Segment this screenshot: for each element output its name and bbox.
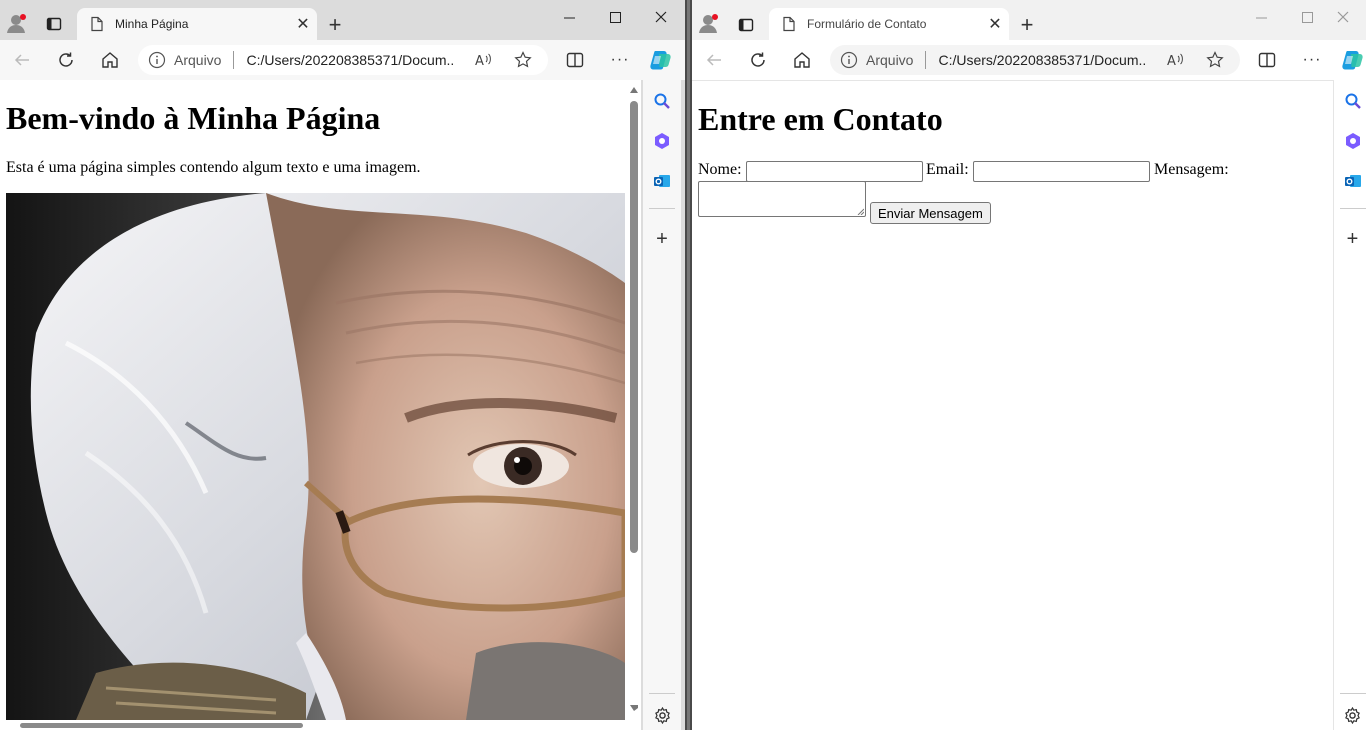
page-paragraph: Esta é uma página simples contendo algum…	[6, 159, 421, 176]
tab-actions-icon[interactable]	[42, 12, 66, 36]
svg-text:A: A	[1167, 54, 1176, 69]
email-label: Email:	[926, 161, 969, 178]
close-window-icon[interactable]	[638, 0, 684, 34]
tab-strip: Formulário de Contato ✕ +	[692, 0, 1366, 40]
back-arrow-icon[interactable]	[6, 44, 38, 76]
split-screen-icon[interactable]	[1251, 44, 1283, 76]
edge-sidebar: +	[1333, 80, 1366, 730]
name-input[interactable]	[746, 161, 923, 182]
close-window-icon[interactable]	[1320, 0, 1366, 34]
page-title: Bem-vindo à Minha Página	[6, 100, 381, 136]
more-icon[interactable]: ···	[604, 44, 636, 76]
minimize-icon[interactable]	[1238, 0, 1284, 34]
name-label: Nome:	[698, 161, 742, 178]
tab-actions-icon[interactable]	[734, 13, 758, 37]
email-input[interactable]	[973, 161, 1150, 182]
address-url[interactable]: C:/Users/202208385371/Docum...	[938, 52, 1146, 68]
profile-icon[interactable]	[4, 10, 30, 36]
home-icon[interactable]	[786, 44, 818, 76]
back-arrow-icon[interactable]	[698, 44, 730, 76]
message-textarea[interactable]	[698, 181, 866, 217]
outlook-icon[interactable]	[647, 166, 677, 196]
address-scheme: Arquivo	[174, 52, 222, 68]
read-aloud-icon[interactable]: A	[474, 51, 492, 69]
sidebar-divider	[1339, 693, 1366, 694]
window-divider	[685, 0, 692, 730]
horizontal-scrollbar[interactable]	[0, 720, 627, 730]
tab-title: Minha Página	[115, 17, 189, 31]
settings-icon[interactable]	[1338, 700, 1366, 730]
toolbar: Arquivo C:/Users/202208385371/Docum... A…	[692, 40, 1366, 80]
search-icon[interactable]	[1338, 86, 1366, 116]
home-icon[interactable]	[94, 44, 126, 76]
horizontal-scroll-thumb[interactable]	[20, 723, 303, 728]
tab-minha-pagina[interactable]: Minha Página ✕	[77, 8, 317, 40]
address-separator	[233, 51, 235, 69]
browser-window-right: Formulário de Contato ✕ + Arquivo C:/Use…	[692, 0, 1366, 730]
copilot-apps-icon[interactable]	[1338, 126, 1366, 156]
page-viewport-formulario: Entre em Contato Nome: Email: Mensagem: …	[692, 80, 1333, 730]
vertical-scrollbar[interactable]	[627, 80, 641, 730]
info-icon[interactable]	[148, 51, 166, 69]
refresh-icon[interactable]	[742, 44, 774, 76]
browser-window-left: Minha Página ✕ + Arquivo C:/Users/202208…	[0, 0, 685, 730]
send-message-button[interactable]: Enviar Mensagem	[870, 202, 991, 224]
address-scheme: Arquivo	[866, 52, 914, 68]
sidebar-divider	[649, 208, 675, 209]
resize-grip-icon[interactable]	[857, 208, 864, 215]
new-tab-plus-icon[interactable]: +	[322, 12, 348, 38]
copilot-apps-icon[interactable]	[647, 126, 677, 156]
page-icon	[91, 16, 103, 32]
tab-strip: Minha Página ✕ +	[0, 0, 685, 40]
add-icon[interactable]: +	[647, 224, 677, 254]
maximize-icon[interactable]	[592, 0, 638, 34]
add-icon[interactable]: +	[1338, 224, 1366, 254]
svg-text:A: A	[475, 54, 484, 69]
star-icon[interactable]	[514, 51, 532, 69]
close-tab-icon[interactable]: ✕	[289, 10, 317, 38]
star-icon[interactable]	[1206, 51, 1224, 69]
page-title: Entre em Contato	[698, 101, 943, 137]
sidebar-divider	[649, 693, 675, 694]
address-bar[interactable]: Arquivo C:/Users/202208385371/Docum... A	[138, 45, 548, 75]
address-bar[interactable]: Arquivo C:/Users/202208385371/Docum... A	[830, 45, 1240, 75]
address-separator	[925, 51, 927, 69]
scroll-down-icon[interactable]	[630, 705, 638, 711]
copilot-icon[interactable]	[1337, 44, 1366, 76]
settings-icon[interactable]	[647, 700, 677, 730]
refresh-icon[interactable]	[50, 44, 82, 76]
page-viewport-minha-pagina: Bem-vindo à Minha Página Esta é uma pági…	[0, 80, 641, 730]
split-screen-icon[interactable]	[559, 44, 591, 76]
more-icon[interactable]: ···	[1296, 44, 1328, 76]
scroll-up-icon[interactable]	[630, 87, 638, 93]
profile-icon[interactable]	[696, 10, 722, 36]
sidebar-divider	[1339, 208, 1366, 209]
message-label: Mensagem:	[1154, 161, 1229, 178]
info-icon[interactable]	[840, 51, 858, 69]
page-icon	[783, 16, 795, 32]
search-icon[interactable]	[647, 86, 677, 116]
minimize-icon[interactable]	[546, 0, 592, 34]
read-aloud-icon[interactable]: A	[1166, 51, 1184, 69]
vertical-scroll-thumb[interactable]	[630, 101, 638, 553]
page-image-portrait	[6, 193, 625, 720]
new-tab-plus-icon[interactable]: +	[1014, 12, 1040, 38]
tab-title: Formulário de Contato	[807, 17, 927, 31]
edge-sidebar: +	[643, 80, 681, 730]
tab-formulario-de-contato[interactable]: Formulário de Contato ✕	[769, 8, 1009, 40]
copilot-icon[interactable]	[645, 44, 677, 76]
toolbar: Arquivo C:/Users/202208385371/Docum... A…	[0, 40, 685, 80]
address-url[interactable]: C:/Users/202208385371/Docum...	[246, 52, 454, 68]
outlook-icon[interactable]	[1338, 166, 1366, 196]
close-tab-icon[interactable]: ✕	[981, 10, 1009, 38]
